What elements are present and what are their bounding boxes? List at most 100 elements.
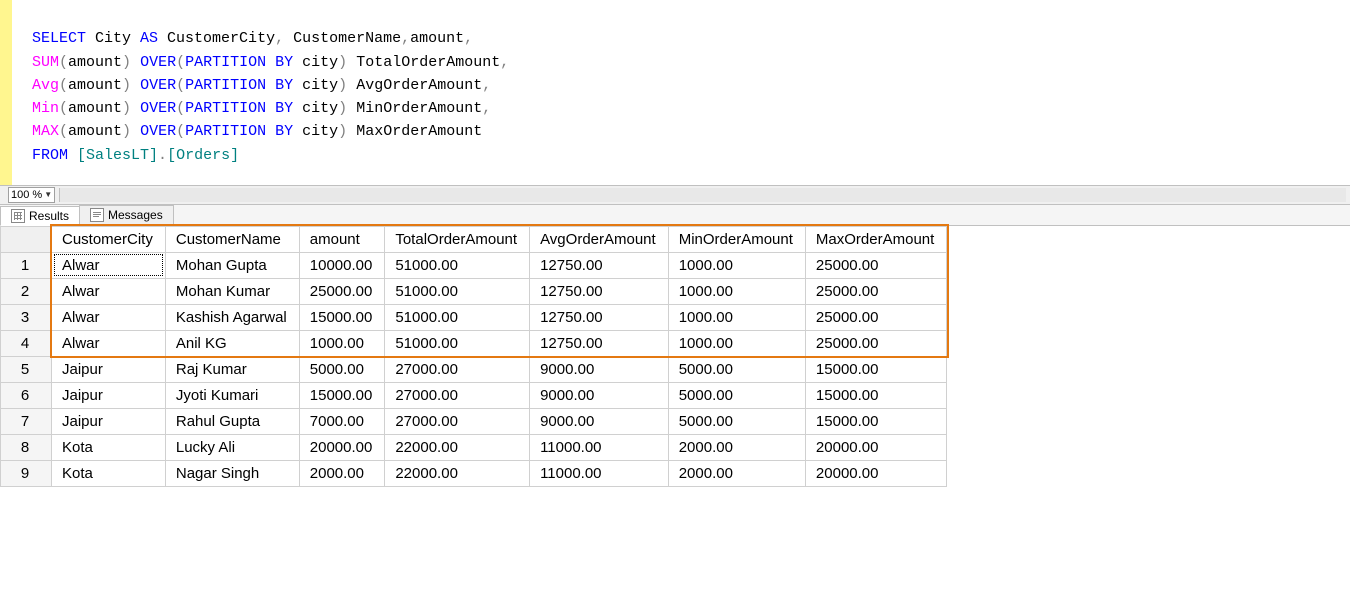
cell[interactable]: Mohan Gupta	[165, 252, 299, 278]
cell[interactable]: 11000.00	[530, 460, 669, 486]
cell[interactable]: 5000.00	[668, 382, 805, 408]
cell[interactable]: 27000.00	[385, 408, 530, 434]
cell[interactable]: Mohan Kumar	[165, 278, 299, 304]
row-number[interactable]: 3	[1, 304, 52, 330]
cell[interactable]: 15000.00	[805, 356, 946, 382]
cell[interactable]: Alwar	[52, 304, 166, 330]
col-header[interactable]: AvgOrderAmount	[530, 226, 669, 252]
row-number[interactable]: 7	[1, 408, 52, 434]
tab-results[interactable]: Results	[0, 206, 80, 226]
table-row[interactable]: 6JaipurJyoti Kumari15000.0027000.009000.…	[1, 382, 947, 408]
cell[interactable]: Jaipur	[52, 408, 166, 434]
cell[interactable]: 25000.00	[805, 278, 946, 304]
cell[interactable]: 51000.00	[385, 304, 530, 330]
cell[interactable]: 12750.00	[530, 252, 669, 278]
cell[interactable]: 1000.00	[668, 330, 805, 356]
table-row[interactable]: 8KotaLucky Ali20000.0022000.0011000.0020…	[1, 434, 947, 460]
cell[interactable]: 1000.00	[668, 278, 805, 304]
cell[interactable]: 2000.00	[668, 460, 805, 486]
sql-code[interactable]: SELECT City AS CustomerCity, CustomerNam…	[12, 0, 517, 185]
cell[interactable]: 11000.00	[530, 434, 669, 460]
col-header[interactable]: MaxOrderAmount	[805, 226, 946, 252]
cell[interactable]: Kashish Agarwal	[165, 304, 299, 330]
col-header[interactable]: CustomerCity	[52, 226, 166, 252]
cell[interactable]: 1000.00	[668, 252, 805, 278]
cell[interactable]: Kota	[52, 434, 166, 460]
results-grid[interactable]: CustomerCity CustomerName amount TotalOr…	[0, 226, 1350, 487]
cell[interactable]: Jaipur	[52, 382, 166, 408]
cell[interactable]: 25000.00	[805, 252, 946, 278]
cell[interactable]: Jyoti Kumari	[165, 382, 299, 408]
cell[interactable]: Kota	[52, 460, 166, 486]
cell[interactable]: 5000.00	[668, 408, 805, 434]
cell[interactable]: 5000.00	[299, 356, 385, 382]
cell[interactable]: 12750.00	[530, 330, 669, 356]
col-header[interactable]: MinOrderAmount	[668, 226, 805, 252]
cell[interactable]: 20000.00	[299, 434, 385, 460]
cell[interactable]: 15000.00	[805, 382, 946, 408]
cell[interactable]: 22000.00	[385, 434, 530, 460]
row-number[interactable]: 8	[1, 434, 52, 460]
cell[interactable]: Rahul Gupta	[165, 408, 299, 434]
cell[interactable]: 12750.00	[530, 278, 669, 304]
table-row[interactable]: 5JaipurRaj Kumar5000.0027000.009000.0050…	[1, 356, 947, 382]
cell[interactable]: Jaipur	[52, 356, 166, 382]
table-row[interactable]: 3AlwarKashish Agarwal15000.0051000.00127…	[1, 304, 947, 330]
cell[interactable]: 27000.00	[385, 356, 530, 382]
horizontal-scroll[interactable]	[59, 188, 1346, 202]
cell[interactable]: 9000.00	[530, 408, 669, 434]
cell[interactable]: 9000.00	[530, 356, 669, 382]
cell[interactable]: 51000.00	[385, 330, 530, 356]
cell[interactable]: 2000.00	[668, 434, 805, 460]
cell[interactable]: Lucky Ali	[165, 434, 299, 460]
cell[interactable]: Alwar	[52, 330, 166, 356]
cell[interactable]: 7000.00	[299, 408, 385, 434]
cell[interactable]: 51000.00	[385, 278, 530, 304]
cell[interactable]: 2000.00	[299, 460, 385, 486]
row-number[interactable]: 6	[1, 382, 52, 408]
cell[interactable]: 22000.00	[385, 460, 530, 486]
kw-min: Min	[32, 100, 59, 117]
cell[interactable]: 9000.00	[530, 382, 669, 408]
row-number[interactable]: 5	[1, 356, 52, 382]
cell[interactable]: Nagar Singh	[165, 460, 299, 486]
cell[interactable]: Alwar	[52, 278, 166, 304]
cell[interactable]: Anil KG	[165, 330, 299, 356]
cell[interactable]: 25000.00	[299, 278, 385, 304]
row-number[interactable]: 2	[1, 278, 52, 304]
col-header[interactable]: amount	[299, 226, 385, 252]
kw-max: MAX	[32, 123, 59, 140]
row-number[interactable]: 4	[1, 330, 52, 356]
cell[interactable]: 1000.00	[299, 330, 385, 356]
table-row[interactable]: 4AlwarAnil KG1000.0051000.0012750.001000…	[1, 330, 947, 356]
cell[interactable]: Alwar	[52, 252, 166, 278]
cell[interactable]: 12750.00	[530, 304, 669, 330]
cell[interactable]: 20000.00	[805, 460, 946, 486]
col-header[interactable]: TotalOrderAmount	[385, 226, 530, 252]
messages-icon	[90, 208, 104, 222]
kw-partition: PARTITION	[185, 54, 266, 71]
cell[interactable]: 27000.00	[385, 382, 530, 408]
cell[interactable]: 25000.00	[805, 330, 946, 356]
cell[interactable]: 15000.00	[299, 304, 385, 330]
tab-messages[interactable]: Messages	[79, 205, 174, 225]
cell[interactable]: Raj Kumar	[165, 356, 299, 382]
cell[interactable]: 25000.00	[805, 304, 946, 330]
zoom-combo[interactable]: 100 % ▼	[8, 187, 55, 203]
cell[interactable]: 10000.00	[299, 252, 385, 278]
sql-editor[interactable]: SELECT City AS CustomerCity, CustomerNam…	[0, 0, 1350, 185]
cell[interactable]: 1000.00	[668, 304, 805, 330]
table-row[interactable]: 1AlwarMohan Gupta10000.0051000.0012750.0…	[1, 252, 947, 278]
col-header[interactable]: CustomerName	[165, 226, 299, 252]
cell[interactable]: 5000.00	[668, 356, 805, 382]
cell[interactable]: 51000.00	[385, 252, 530, 278]
row-number[interactable]: 9	[1, 460, 52, 486]
table-row[interactable]: 7JaipurRahul Gupta7000.0027000.009000.00…	[1, 408, 947, 434]
row-number[interactable]: 1	[1, 252, 52, 278]
table-row[interactable]: 2AlwarMohan Kumar25000.0051000.0012750.0…	[1, 278, 947, 304]
cell[interactable]: 20000.00	[805, 434, 946, 460]
grid-icon	[11, 209, 25, 223]
table-row[interactable]: 9KotaNagar Singh2000.0022000.0011000.002…	[1, 460, 947, 486]
cell[interactable]: 15000.00	[805, 408, 946, 434]
cell[interactable]: 15000.00	[299, 382, 385, 408]
